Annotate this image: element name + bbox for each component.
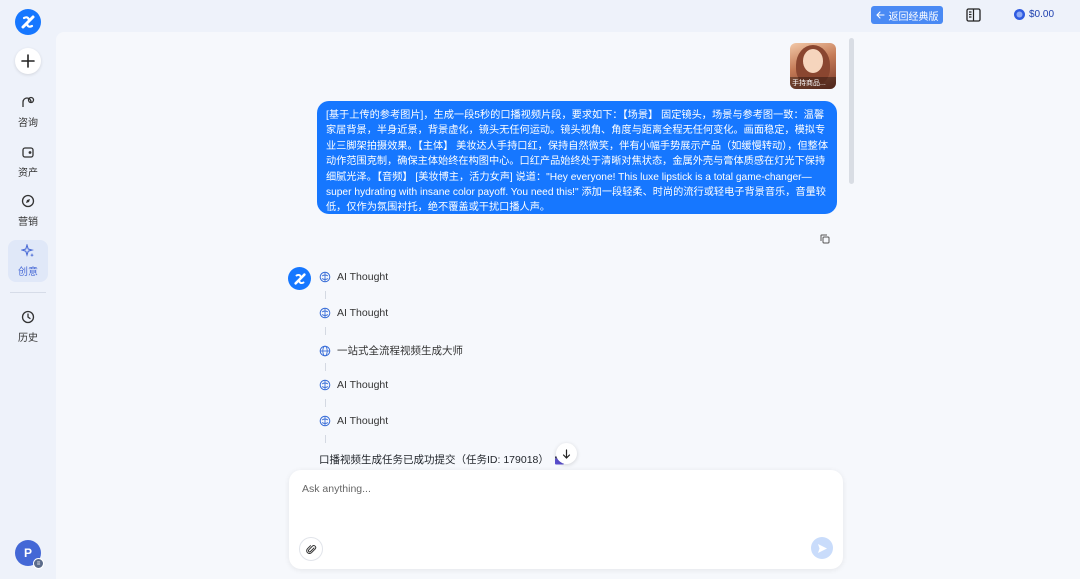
back-to-classic-label: 返回经典版 (888, 11, 939, 23)
sidebar-item-label: 历史 (18, 333, 38, 344)
compass-icon (21, 194, 35, 208)
sidebar-divider (10, 292, 46, 293)
send-button[interactable] (811, 537, 833, 559)
sidebar: 咨询 资产 营销 创意 历史 P ≡ (0, 0, 56, 579)
scrollbar[interactable] (849, 38, 854, 184)
thought-step-label: AI Thought (337, 379, 389, 391)
tool-step[interactable]: 一站式全流程视频生成大师 (319, 343, 463, 358)
new-chat-button[interactable] (15, 48, 41, 74)
scroll-to-bottom-button[interactable] (556, 443, 577, 464)
sidebar-item-label: 营销 (18, 217, 38, 228)
message-composer (289, 470, 843, 569)
attach-button[interactable] (299, 537, 323, 561)
thought-step[interactable]: AI Thought (319, 307, 388, 319)
logo-icon (293, 272, 306, 285)
sidebar-item-label: 资产 (18, 168, 38, 179)
clock-icon (21, 310, 35, 324)
brain-icon (319, 271, 331, 283)
step-connector (325, 291, 326, 299)
thought-step[interactable]: AI Thought (319, 271, 388, 283)
sidebar-item-marketing[interactable]: 营销 (8, 190, 48, 232)
consult-icon (22, 96, 35, 107)
paperclip-icon (305, 544, 316, 554)
send-icon (817, 543, 827, 553)
thought-step[interactable]: AI Thought (319, 415, 388, 427)
thought-step[interactable]: AI Thought (319, 379, 388, 391)
avatar-badge-icon: ≡ (33, 558, 44, 569)
sidebar-item-label: 创意 (18, 267, 38, 278)
user-message-bubble: [基于上传的参考图片]，生成一段5秒的口播视频片段，要求如下：【场景】 固定镜头… (317, 101, 837, 214)
thought-step-label: AI Thought (337, 415, 389, 427)
avatar-initial: P (23, 546, 32, 560)
brain-icon (319, 379, 331, 391)
sparkle-icon (21, 244, 34, 257)
sidebar-item-label: 咨询 (18, 118, 38, 129)
sidebar-item-assets[interactable]: 资产 (8, 141, 48, 183)
sidebar-item-creative[interactable]: 创意 (8, 240, 48, 282)
plus-icon (21, 54, 35, 68)
app-logo[interactable] (15, 9, 41, 35)
step-connector (325, 327, 326, 335)
brain-icon (319, 415, 331, 427)
arrow-down-icon (562, 448, 571, 459)
sidebar-item-consult[interactable]: 咨询 (8, 91, 48, 133)
logo-icon (21, 15, 35, 29)
credits-balance[interactable]: $0.00 (1013, 8, 1054, 21)
panel-layout-icon[interactable] (966, 8, 981, 22)
brain-icon (319, 307, 331, 319)
step-connector (325, 435, 326, 443)
globe-icon (319, 345, 331, 356)
tool-step-label: 一站式全流程视频生成大师 (337, 345, 463, 357)
reference-image-thumbnail[interactable]: 手持商品... (790, 43, 836, 89)
thought-step-label: AI Thought (337, 307, 389, 319)
thought-step-label: AI Thought (337, 271, 389, 283)
user-avatar[interactable]: P ≡ (15, 540, 44, 569)
step-connector (325, 363, 326, 371)
arrow-left-icon (875, 11, 885, 19)
sidebar-item-history[interactable]: 历史 (8, 306, 48, 348)
coin-icon (1014, 9, 1025, 20)
chat-input[interactable] (302, 483, 802, 495)
reference-image-caption: 手持商品... (790, 77, 836, 89)
task-submitted-text: 口播视频生成任务已成功提交（任务ID: 179018） (319, 454, 549, 466)
asset-icon (22, 147, 34, 158)
credits-amount: $0.00 (1029, 9, 1055, 20)
copy-icon[interactable] (820, 234, 830, 244)
task-submitted-message: 口播视频生成任务已成功提交（任务ID: 179018） (319, 452, 565, 467)
ai-avatar (288, 267, 311, 290)
step-connector (325, 399, 326, 407)
back-to-classic-button[interactable]: 返回经典版 (871, 6, 943, 24)
